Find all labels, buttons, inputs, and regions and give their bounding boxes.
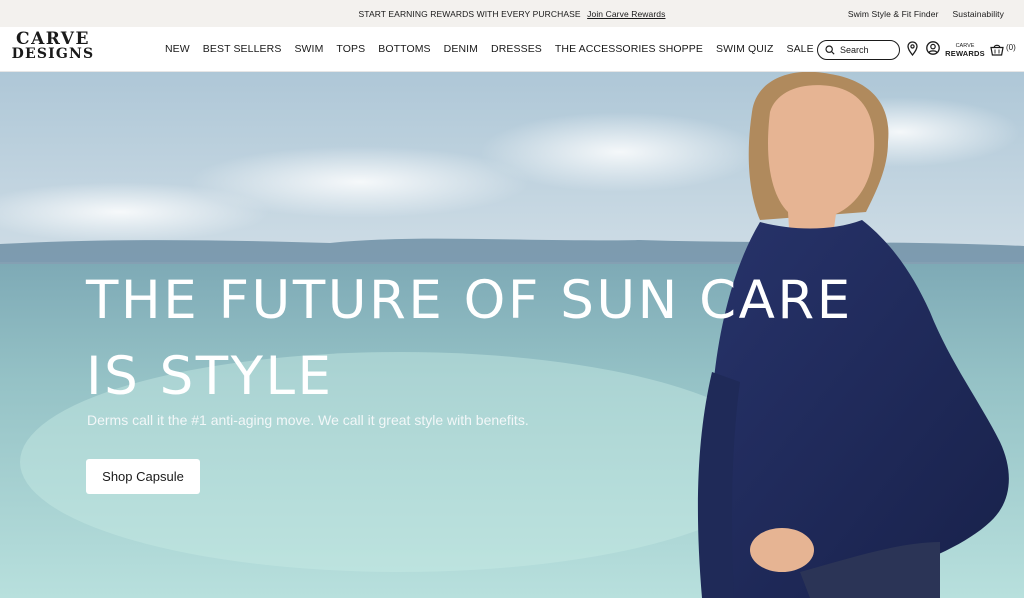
utility-links: Swim Style & Fit Finder Sustainability	[848, 9, 1004, 19]
nav-dresses[interactable]: DRESSES	[491, 43, 542, 55]
sustainability-link[interactable]: Sustainability	[953, 9, 1004, 19]
location-pin-icon[interactable]	[907, 41, 918, 56]
promo-text: START EARNING REWARDS WITH EVERY PURCHAS…	[358, 9, 581, 19]
fit-finder-link[interactable]: Swim Style & Fit Finder	[848, 9, 939, 19]
headline-line-2: IS STYLE	[86, 346, 334, 407]
cart-basket-icon[interactable]	[990, 43, 1004, 56]
join-rewards-link[interactable]: Join Carve Rewards	[587, 9, 665, 19]
brand-logo[interactable]: CARVE DESIGNS	[8, 29, 98, 62]
nav-bottoms[interactable]: BOTTOMS	[378, 43, 430, 55]
search-icon	[825, 45, 835, 55]
cart-count: (0)	[1006, 43, 1016, 52]
nav-denim[interactable]: DENIM	[444, 43, 478, 55]
search-input[interactable]: Search	[817, 40, 900, 60]
nav-accessories-shoppe[interactable]: THE ACCESSORIES SHOPPE	[555, 43, 703, 55]
shop-capsule-button[interactable]: Shop Capsule	[86, 459, 200, 494]
hero-headline: THE FUTURE OF SUN CARE IS STYLE	[86, 263, 853, 415]
rewards-link[interactable]: CARVE REWARDS	[945, 43, 985, 57]
rewards-big-label: REWARDS	[945, 49, 985, 58]
nav-swim-quiz[interactable]: SWIM QUIZ	[716, 43, 773, 55]
nav-new[interactable]: NEW	[165, 43, 190, 55]
main-nav: NEW BEST SELLERS SWIM TOPS BOTTOMS DENIM…	[165, 43, 814, 55]
nav-best-sellers[interactable]: BEST SELLERS	[203, 43, 282, 55]
hero-subline: Derms call it the #1 anti-aging move. We…	[87, 412, 529, 428]
logo-line-1: CARVE	[16, 29, 90, 49]
account-icon[interactable]	[926, 41, 940, 55]
search-placeholder: Search	[840, 45, 869, 55]
nav-tops[interactable]: TOPS	[336, 43, 365, 55]
logo-line-2: DESIGNS	[11, 46, 95, 62]
promo-bar: START EARNING REWARDS WITH EVERY PURCHAS…	[0, 0, 1024, 27]
hero-banner: THE FUTURE OF SUN CARE IS STYLE Derms ca…	[0, 72, 1024, 598]
nav-sale[interactable]: SALE	[786, 43, 813, 55]
headline-line-1: THE FUTURE OF SUN CARE	[86, 270, 853, 331]
nav-swim[interactable]: SWIM	[294, 43, 323, 55]
site-header: CARVE DESIGNS NEW BEST SELLERS SWIM TOPS…	[0, 27, 1024, 72]
